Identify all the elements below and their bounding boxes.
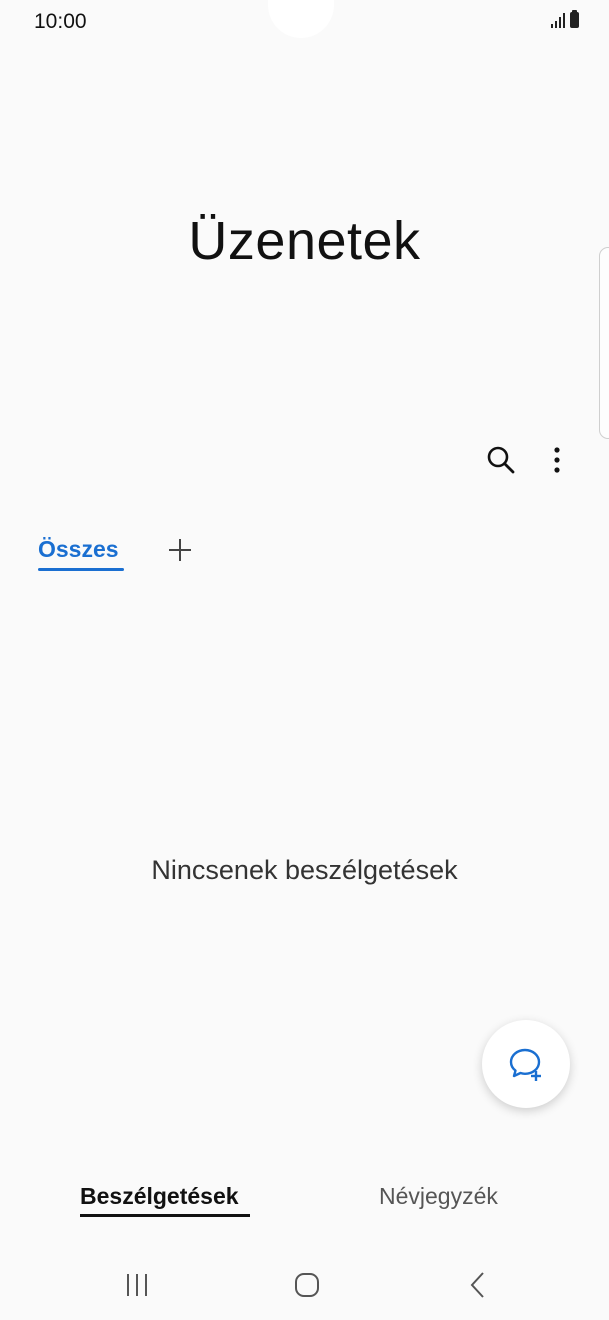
tab-conversations-indicator (80, 1214, 250, 1217)
camera-notch (268, 0, 334, 38)
signal-icon (551, 12, 565, 28)
new-message-icon (509, 1048, 541, 1081)
tab-conversations[interactable]: Beszélgetések (80, 1183, 239, 1210)
recents-button[interactable] (107, 1255, 167, 1315)
battery-icon (570, 10, 579, 28)
back-button[interactable] (448, 1255, 508, 1315)
page-title: Üzenetek (188, 211, 421, 271)
tab-all-indicator (38, 568, 124, 571)
plus-icon (169, 539, 191, 561)
tab-contacts[interactable]: Névjegyzék (379, 1183, 498, 1210)
status-bar: 10:00 (0, 0, 609, 48)
empty-state-message: Nincsenek beszélgetések (151, 855, 458, 885)
more-vertical-icon (554, 447, 560, 473)
home-icon (295, 1273, 319, 1297)
more-options-button[interactable] (537, 440, 577, 480)
search-icon (487, 446, 515, 474)
search-button[interactable] (481, 440, 521, 480)
home-button[interactable] (277, 1255, 337, 1315)
compose-message-button[interactable] (482, 1020, 570, 1108)
status-time: 10:00 (34, 10, 87, 33)
back-icon (470, 1272, 484, 1298)
edge-panel-handle[interactable] (599, 247, 609, 439)
navigation-bar (0, 1255, 609, 1315)
recents-icon (127, 1274, 147, 1296)
status-icons (551, 10, 579, 28)
add-category-button[interactable] (164, 532, 196, 568)
tab-all[interactable]: Összes (38, 536, 119, 563)
